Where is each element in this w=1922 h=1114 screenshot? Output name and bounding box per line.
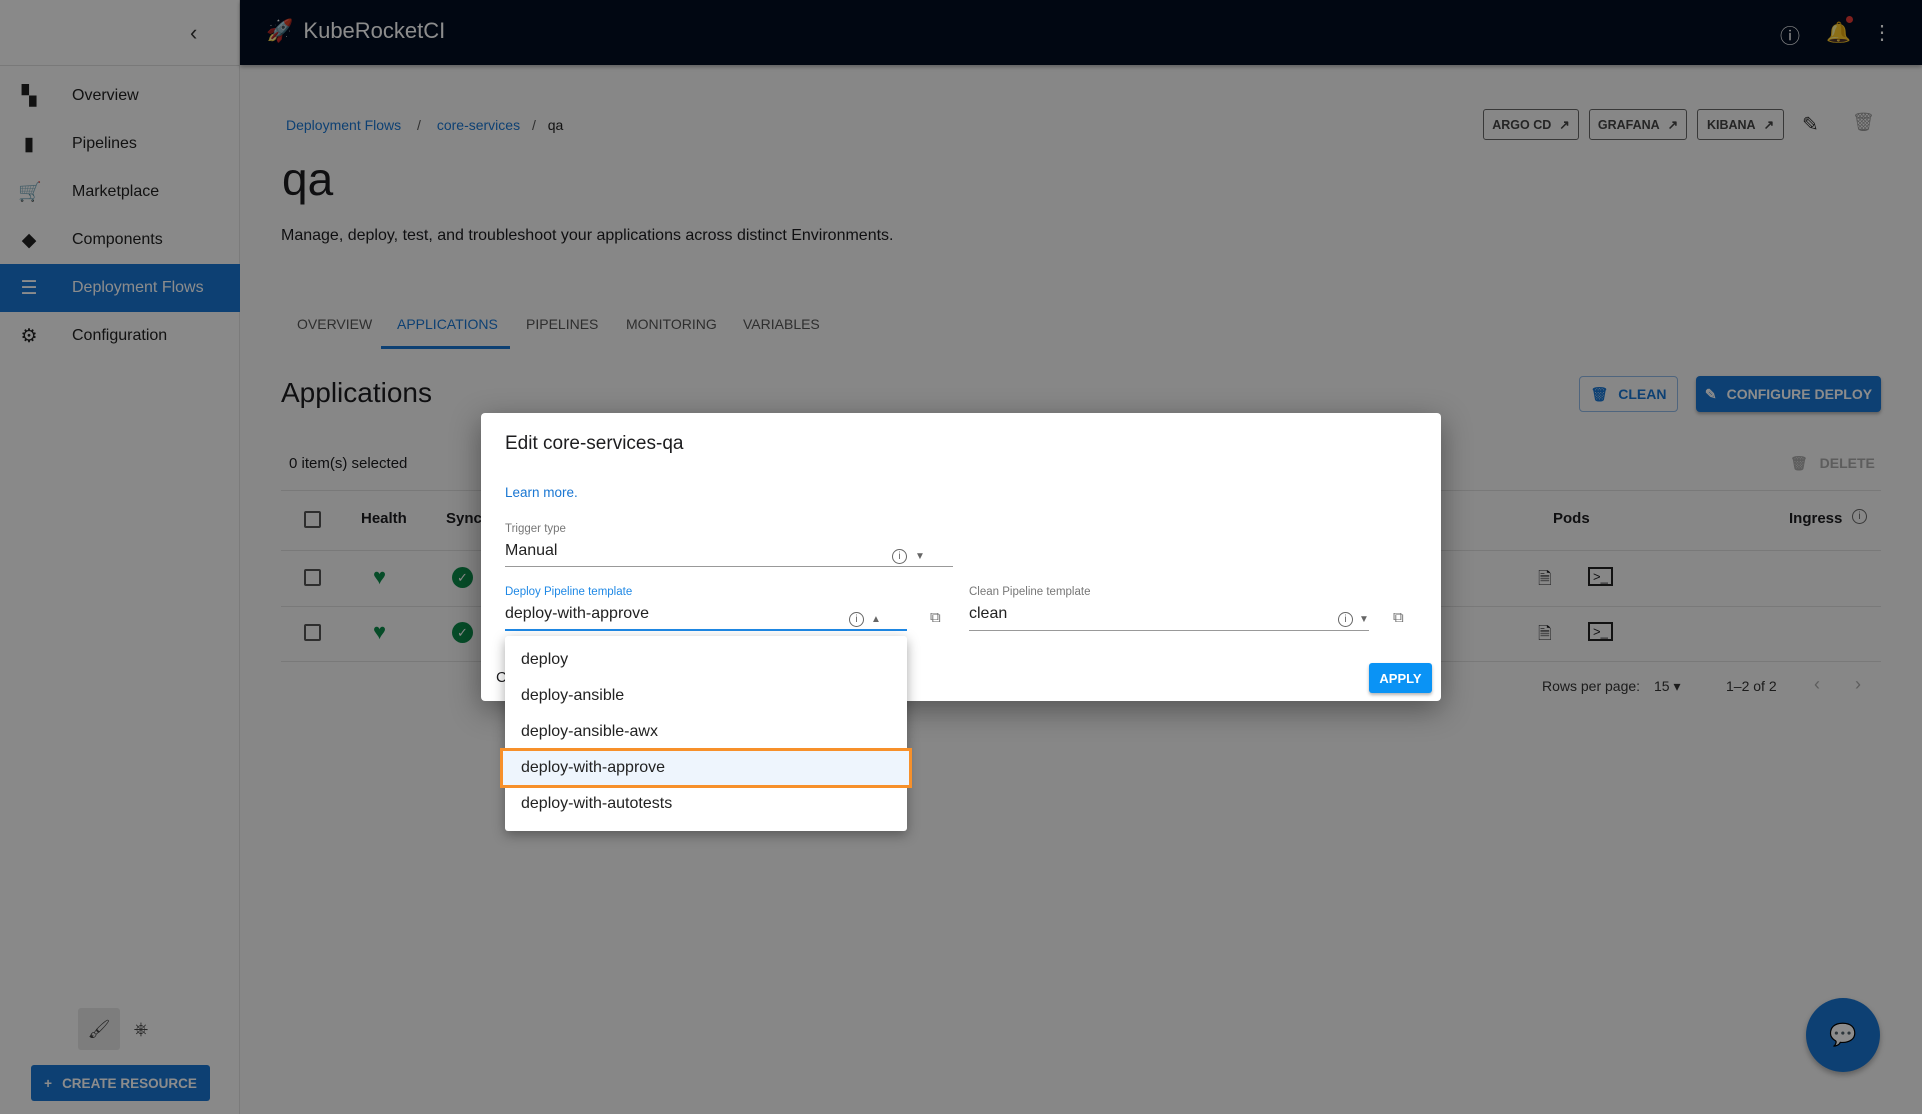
field-label: Clean Pipeline template xyxy=(969,586,1369,598)
deploy-pipeline-select[interactable]: Deploy Pipeline template deploy-with-app… xyxy=(505,586,907,631)
field-value: clean xyxy=(969,605,1369,623)
apply-button[interactable]: APPLY xyxy=(1369,663,1432,693)
field-underline xyxy=(969,630,1369,631)
dialog-title: Edit core-services-qa xyxy=(505,433,683,455)
info-icon[interactable]: i xyxy=(892,549,907,564)
info-icon[interactable]: i xyxy=(1338,612,1353,627)
info-icon[interactable]: i xyxy=(849,612,864,627)
option-deploy-with-autotests[interactable]: deploy-with-autotests xyxy=(505,786,907,822)
field-underline xyxy=(505,566,953,567)
pipeline-diagram-icon[interactable]: ⧉ xyxy=(930,609,941,626)
option-deploy-ansible-awx[interactable]: deploy-ansible-awx xyxy=(505,714,907,750)
option-deploy[interactable]: deploy xyxy=(505,642,907,678)
chevron-down-icon: ▼ xyxy=(1359,614,1369,625)
learn-more-link[interactable]: Learn more. xyxy=(505,485,578,500)
field-label: Trigger type xyxy=(505,523,953,535)
deploy-pipeline-options: deploy deploy-ansible deploy-ansible-awx… xyxy=(505,636,907,831)
field-value: deploy-with-approve xyxy=(505,605,907,623)
field-label: Deploy Pipeline template xyxy=(505,586,907,598)
chevron-down-icon: ▼ xyxy=(915,551,925,562)
trigger-type-select[interactable]: Trigger type Manual i ▼ xyxy=(505,523,953,567)
field-value: Manual xyxy=(505,542,953,560)
option-deploy-with-approve[interactable]: deploy-with-approve xyxy=(502,750,910,786)
chevron-up-icon: ▲ xyxy=(871,614,881,625)
pipeline-diagram-icon[interactable]: ⧉ xyxy=(1393,609,1404,626)
clean-pipeline-select[interactable]: Clean Pipeline template clean i ▼ xyxy=(969,586,1369,631)
field-underline-focused xyxy=(505,629,907,631)
option-deploy-ansible[interactable]: deploy-ansible xyxy=(505,678,907,714)
